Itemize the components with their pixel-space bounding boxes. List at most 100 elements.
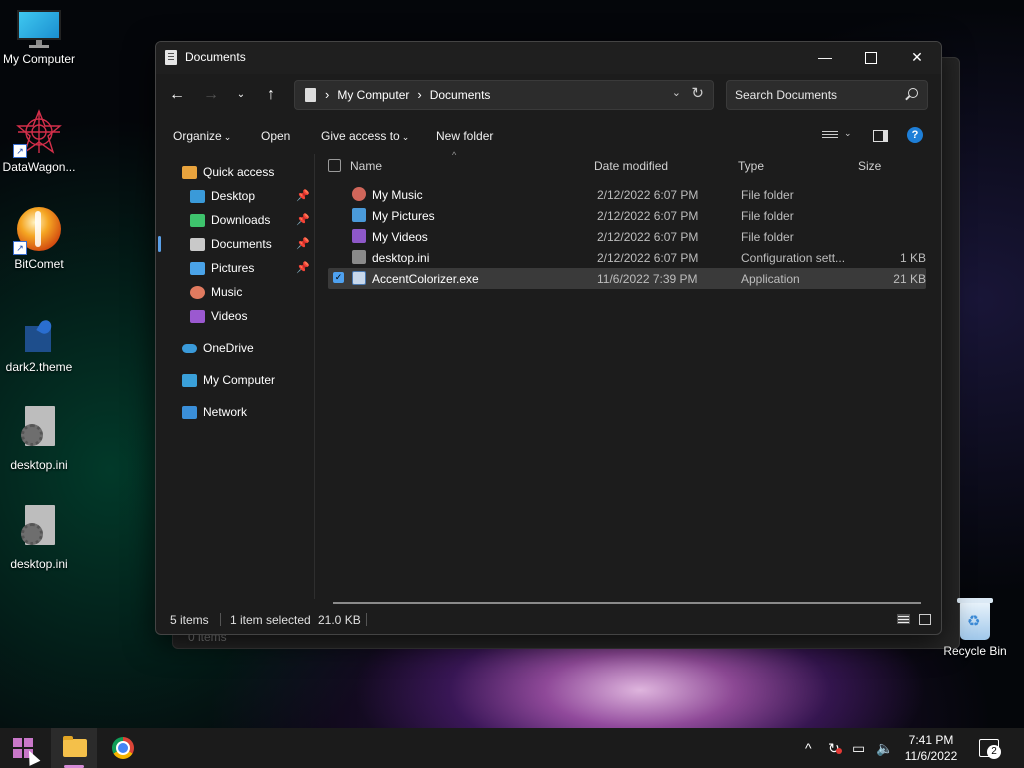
forward-arrow-icon[interactable]: →	[198, 80, 224, 110]
settings-file-icon	[352, 250, 366, 264]
folder-icon	[63, 736, 87, 757]
checkbox-checked-icon[interactable]: ✓	[333, 272, 344, 283]
file-size: 1 KB	[899, 251, 926, 265]
documents-icon	[190, 238, 205, 252]
file-name: My Pictures	[372, 209, 435, 223]
file-name: My Music	[372, 188, 423, 202]
search-box[interactable]: Search Documents	[726, 80, 928, 110]
desktop-icon-desktop-ini-2[interactable]: desktop.ini	[0, 505, 78, 571]
sidebar-item-desktop[interactable]: Desktop 📌	[190, 185, 310, 207]
sidebar-item-videos[interactable]: Videos	[190, 305, 247, 327]
file-row-my-music[interactable]: My Music 2/12/2022 6:07 PM File folder	[328, 184, 926, 205]
file-date: 2/12/2022 6:07 PM	[597, 251, 699, 265]
computer-icon	[182, 374, 197, 388]
desktop-icon-desktop-ini-1[interactable]: desktop.ini	[0, 406, 78, 472]
up-arrow-icon[interactable]: ↑	[258, 80, 284, 110]
file-row-desktop-ini[interactable]: desktop.ini 2/12/2022 6:07 PM Configurat…	[328, 247, 926, 268]
give-access-button[interactable]: Give access to ⌄	[321, 129, 409, 143]
music-folder-icon	[352, 187, 366, 201]
file-name: My Videos	[372, 230, 428, 244]
sidebar-item-onedrive[interactable]: OneDrive	[182, 337, 254, 359]
minimize-button[interactable]: —	[802, 42, 848, 72]
pin-icon[interactable]: 📌	[296, 233, 310, 255]
file-row-my-pictures[interactable]: My Pictures 2/12/2022 6:07 PM File folde…	[328, 205, 926, 226]
sidebar-item-pictures[interactable]: Pictures 📌	[190, 257, 310, 279]
window-title: Documents	[185, 50, 246, 64]
column-header-size[interactable]: Size	[858, 159, 881, 173]
address-bar[interactable]: › My Computer › Documents ⌄ ↻	[294, 80, 714, 110]
organize-button[interactable]: Organize ⌄	[173, 129, 231, 143]
desktop-icon-my-computer[interactable]: My Computer	[0, 10, 78, 66]
title-bar[interactable]: Documents — ✕	[156, 42, 941, 74]
preview-pane-icon[interactable]	[873, 130, 888, 142]
command-bar: Organize ⌄ Open Give access to ⌄ New folde…	[156, 122, 941, 152]
column-header-name[interactable]: Name	[350, 159, 382, 173]
bitcomet-icon: ↗	[13, 205, 63, 255]
file-date: 2/12/2022 6:07 PM	[597, 188, 699, 202]
selection-count: 1 item selected	[230, 613, 311, 627]
file-name: desktop.ini	[372, 251, 430, 265]
pin-icon[interactable]: 📌	[296, 257, 310, 279]
open-button[interactable]: Open	[261, 129, 290, 143]
select-all-checkbox[interactable]	[328, 159, 341, 172]
desktop-icon-label: desktop.ini	[10, 458, 68, 472]
file-row-accentcolorizer[interactable]: ✓ AccentColorizer.exe 11/6/2022 7:39 PM …	[328, 268, 926, 289]
explorer-window: Documents — ✕ ← → ⌄ ↑ › My Computer › Docum…	[155, 41, 942, 635]
help-icon[interactable]: ?	[907, 127, 923, 143]
breadcrumb-my-computer[interactable]: My Computer	[337, 88, 409, 102]
navigation-bar: ← → ⌄ ↑ › My Computer › Documents ⌄ ↻ Searc…	[156, 80, 941, 112]
back-arrow-icon[interactable]: ←	[164, 80, 190, 110]
settings-file-icon	[15, 406, 63, 454]
sidebar-item-documents[interactable]: Documents 📌	[158, 233, 310, 255]
desktop-icon-bitcomet[interactable]: ↗ BitComet	[0, 205, 78, 271]
taskbar: ^ ↻ ▭ 🔈 7:41 PM 11/6/2022 2	[0, 728, 1024, 768]
show-hidden-icons-chevron-icon[interactable]: ^	[805, 740, 812, 756]
desktop-icon-recycle-bin[interactable]: Recycle Bin	[942, 598, 1008, 658]
sidebar-item-label: My Computer	[203, 373, 276, 387]
volume-icon[interactable]: 🔈	[876, 740, 893, 757]
network-status-icon[interactable]: ▭	[852, 740, 865, 757]
recent-locations-chevron-icon[interactable]: ⌄	[228, 80, 254, 110]
details-view-icon[interactable]	[897, 614, 910, 624]
maximize-button[interactable]	[848, 42, 894, 72]
address-history-chevron-icon[interactable]: ⌄	[672, 86, 681, 99]
sidebar-item-music[interactable]: Music	[190, 281, 242, 303]
file-row-my-videos[interactable]: My Videos 2/12/2022 6:07 PM File folder	[328, 226, 926, 247]
file-list: ^ Name Date modified Type Size My Music …	[316, 150, 941, 604]
column-header-date[interactable]: Date modified	[594, 159, 668, 173]
sidebar-item-network[interactable]: Network	[182, 401, 247, 423]
clock[interactable]: 7:41 PM 11/6/2022	[898, 732, 964, 764]
file-type: File folder	[741, 209, 794, 223]
desktop-icon-label: Recycle Bin	[943, 644, 1007, 658]
pin-icon[interactable]: 📌	[296, 185, 310, 207]
sync-icon[interactable]: ↻	[828, 740, 842, 757]
taskbar-chrome-icon[interactable]	[112, 737, 134, 759]
pin-icon[interactable]: 📌	[296, 209, 310, 231]
view-options-icon[interactable]	[822, 129, 838, 141]
column-headers: ^ Name Date modified Type Size	[316, 150, 941, 178]
sidebar-item-my-computer[interactable]: My Computer	[182, 369, 275, 391]
taskbar-file-explorer[interactable]	[51, 728, 97, 768]
horizontal-scrollbar[interactable]	[333, 602, 921, 604]
sidebar-item-quick-access[interactable]: Quick access	[182, 161, 274, 183]
sidebar-item-label: Videos	[211, 309, 248, 323]
search-icon[interactable]	[908, 88, 918, 98]
music-icon	[190, 286, 205, 300]
column-header-type[interactable]: Type	[738, 159, 764, 173]
sidebar-item-label: Pictures	[211, 261, 255, 275]
status-divider	[220, 613, 221, 626]
document-icon	[165, 50, 177, 65]
monitor-icon	[17, 10, 61, 48]
refresh-icon[interactable]: ↻	[691, 84, 704, 102]
new-folder-button[interactable]: New folder	[436, 129, 493, 143]
sidebar-item-downloads[interactable]: Downloads 📌	[190, 209, 310, 231]
sort-indicator-icon: ^	[452, 150, 457, 160]
desktop-icon-dark2-theme[interactable]: dark2.theme	[0, 317, 78, 374]
breadcrumb-documents[interactable]: Documents	[430, 88, 491, 102]
maximize-icon	[865, 52, 877, 65]
large-icons-view-icon[interactable]	[919, 614, 931, 625]
shortcut-arrow-icon: ↗	[13, 241, 27, 255]
close-button[interactable]: ✕	[894, 42, 940, 72]
chevron-down-icon[interactable]: ⌄	[844, 128, 852, 139]
desktop-icon-datawagon[interactable]: ↗ DataWagon...	[0, 108, 78, 174]
